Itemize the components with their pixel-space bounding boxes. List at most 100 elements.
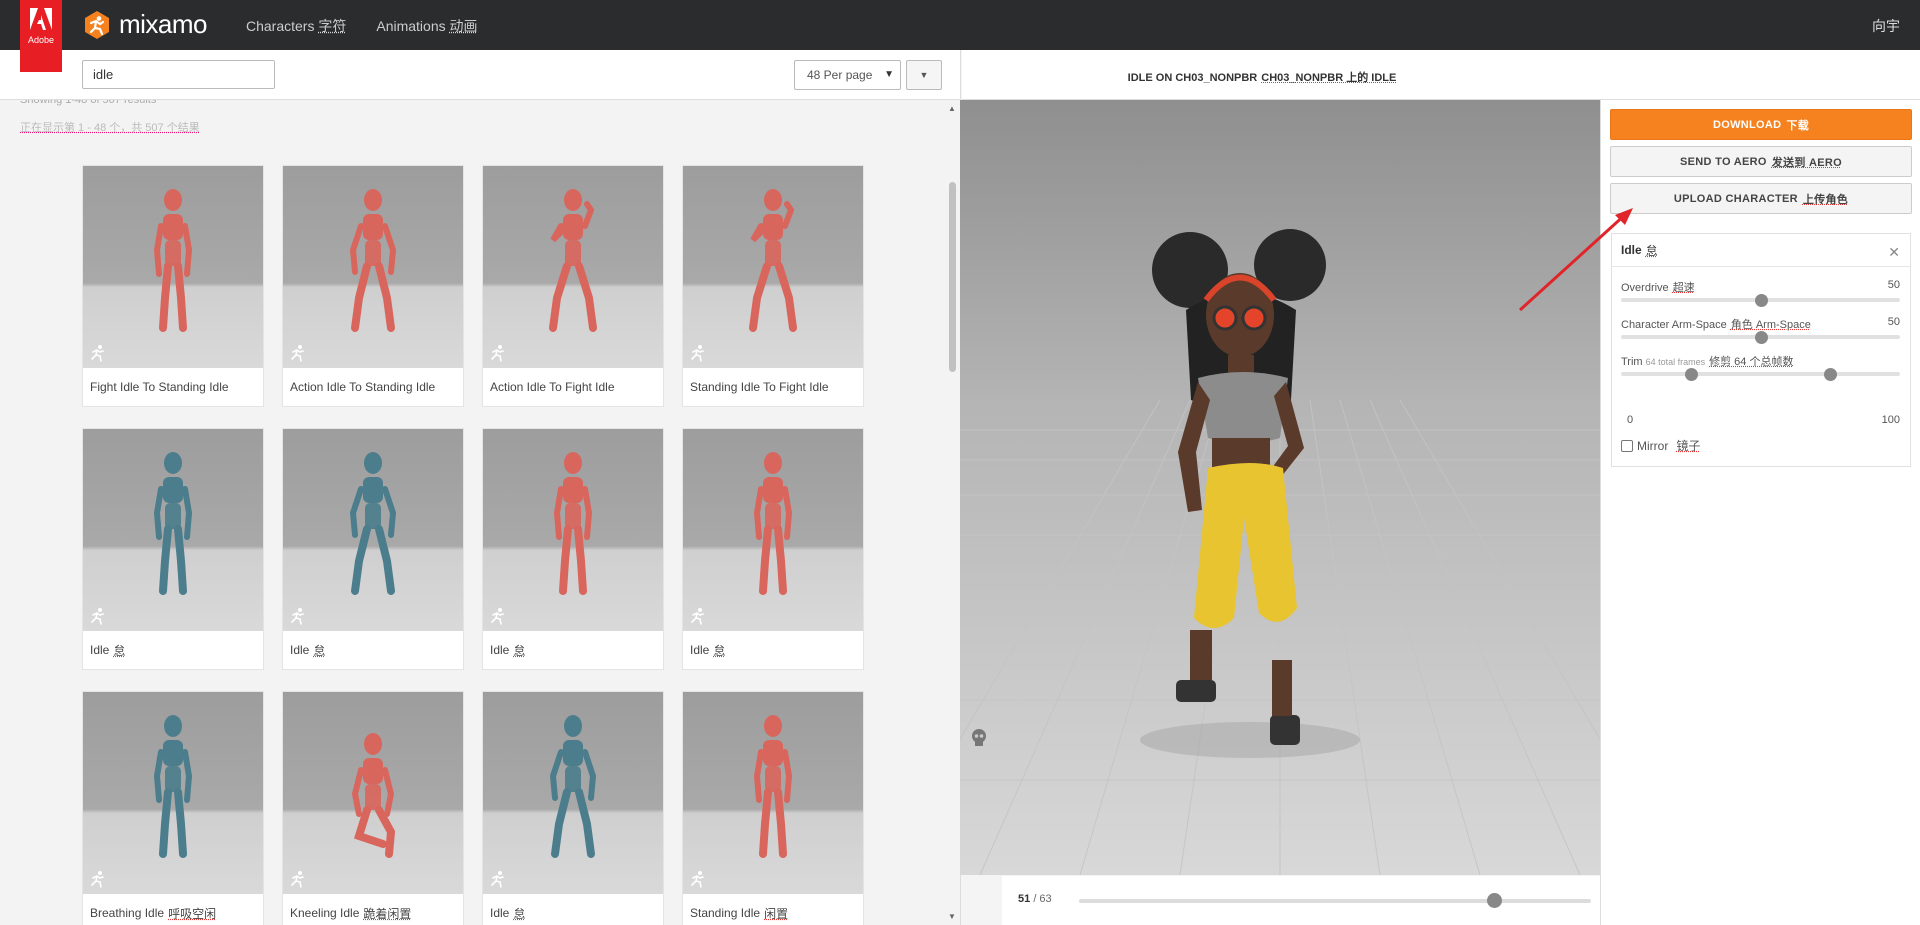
running-man-icon [689,607,707,625]
animation-thumbnail[interactable] [283,692,463,894]
animation-title: Idle 怠 [90,643,126,658]
animation-title: Action Idle To Standing Idle [290,380,436,394]
animation-title: Fight Idle To Standing Idle [90,380,229,394]
animation-title: Action Idle To Fight Idle [490,380,615,394]
mannequin-figure [739,188,807,343]
controls-panel: DOWNLOAD 下载 SEND TO AERO 发送到 AERO UPLOAD C… [1600,100,1920,925]
running-man-icon [289,607,307,625]
animation-title: Idle 怠 [690,643,726,658]
animation-thumbnail[interactable] [483,692,663,894]
frame-counter: 51 / 63 [1018,893,1052,905]
running-man-icon [489,870,507,888]
animation-browser: 48 Per page ▼ ▼ Showing 1-48 of 507 resu… [0,50,961,925]
mannequin-figure [139,714,207,869]
overdrive-slider-handle[interactable] [1754,293,1768,307]
overdrive-slider[interactable] [1621,293,1900,307]
animation-card[interactable]: Idle 怠 [482,691,664,925]
animation-thumbnail[interactable] [283,429,463,631]
animation-card[interactable]: Standing Idle 闲置 [682,691,864,925]
adobe-logo[interactable]: Adobe [20,0,62,72]
animation-grid: Fight Idle To Standing Idle Action Idle … [82,165,864,925]
skeleton-toggle-icon[interactable] [970,728,988,748]
mannequin-figure [139,188,207,343]
arm-space-slider[interactable] [1621,330,1900,344]
send-to-aero-button[interactable]: SEND TO AERO 发送到 AERO [1610,146,1912,177]
timeline-scrubber[interactable] [1486,893,1502,908]
running-man-icon [489,607,507,625]
viewer-title-bar: IDLE ON CH03_NONPBR CH03_NONPBR 上的 IDLE [962,50,1920,100]
adobe-label: Adobe [27,35,55,45]
animation-card[interactable]: Fight Idle To Standing Idle [82,165,264,407]
mixamo-brand[interactable]: mixamo [82,9,208,40]
trim-start-handle[interactable] [1684,367,1698,381]
animation-title: Idle 怠 [490,643,526,658]
trim-end-handle[interactable] [1824,367,1838,381]
animation-thumbnail[interactable] [83,692,263,894]
per-page-select[interactable]: 48 Per page ▼ [794,60,901,90]
mannequin-figure [739,714,807,869]
mirror-option[interactable]: Mirror 镜子 [1621,437,1700,454]
animation-thumbnail[interactable] [83,166,263,368]
trim-slider[interactable] [1621,367,1900,381]
running-man-icon [289,344,307,362]
animation-title: Idle 怠 [490,906,526,921]
caret-down-icon: ▼ [919,70,929,80]
mannequin-figure [339,451,407,606]
nav-animations[interactable]: Animations 动画 [376,16,477,36]
scroll-thumb[interactable] [949,182,956,372]
animation-card[interactable]: Breathing Idle 呼吸空闲 [82,691,264,925]
mirror-checkbox[interactable] [1621,439,1633,452]
results-count-cn: 正在显示第 1 - 48 个，共 507 个结果 [20,122,200,134]
viewport-scene [960,100,1600,875]
animation-thumbnail[interactable] [283,166,463,368]
animation-card[interactable]: Action Idle To Standing Idle [282,165,464,407]
animation-card[interactable]: Standing Idle To Fight Idle [682,165,864,407]
dropdown-toggle-button[interactable]: ▼ [906,60,942,90]
arm-space-value: 50 [1887,316,1900,328]
3d-viewport[interactable] [960,100,1600,875]
upload-character-button[interactable]: UPLOAD CHARACTER 上传角色 [1610,183,1912,214]
scrollbar[interactable]: ▲ ▼ [945,102,959,923]
animation-thumbnail[interactable] [483,429,663,631]
animation-thumbnail[interactable] [483,166,663,368]
animation-thumbnail[interactable] [683,429,863,631]
trim-max-label: 100 [1881,414,1900,426]
main-nav: Characters 字符 Animations 动画 [246,16,478,36]
animation-title: Breathing Idle 呼吸空闲 [90,906,217,921]
trim-min-label: 0 [1627,414,1634,426]
animation-title: Idle 怠 [290,643,326,658]
mannequin-figure [539,188,607,343]
running-man-icon [89,344,107,362]
animation-title: Standing Idle To Fight Idle [690,380,829,394]
brand-name: mixamo [119,9,208,39]
animation-card[interactable]: Idle 怠 [282,428,464,670]
animation-thumbnail[interactable] [83,429,263,631]
mannequin-figure [739,451,807,606]
animation-card[interactable]: Idle 怠 [482,428,664,670]
overdrive-value: 50 [1887,279,1900,291]
animation-thumbnail[interactable] [683,692,863,894]
user-menu[interactable]: 向宇 [1872,16,1900,36]
scroll-down-icon[interactable]: ▼ [948,912,956,921]
animation-card[interactable]: Action Idle To Fight Idle [482,165,664,407]
annotation-arrow [1518,208,1633,312]
mannequin-figure [339,188,407,343]
scroll-up-icon[interactable]: ▲ [948,104,956,113]
search-input[interactable] [82,60,275,89]
animation-card[interactable]: Kneeling Idle 跪着闲置 [282,691,464,925]
nav-characters[interactable]: Characters 字符 [246,16,346,36]
animation-card[interactable]: Idle 怠 [682,428,864,670]
running-man-icon [689,344,707,362]
download-button[interactable]: DOWNLOAD 下载 [1610,109,1912,140]
mixamo-logo-icon [85,10,109,39]
mirror-label-cn: 镜子 [1676,439,1701,453]
animation-settings: Idle 怠 ✕ Overdrive 超速 50 Character Arm-Spa… [1611,233,1911,467]
arm-space-slider-handle[interactable] [1754,330,1768,344]
animation-thumbnail[interactable] [683,166,863,368]
timeline-track[interactable] [1079,899,1591,903]
close-icon[interactable]: ✕ [1888,244,1900,261]
search-bar: 48 Per page ▼ ▼ [0,50,960,100]
running-man-icon [689,870,707,888]
mirror-label: Mirror [1637,438,1669,453]
animation-card[interactable]: Idle 怠 [82,428,264,670]
